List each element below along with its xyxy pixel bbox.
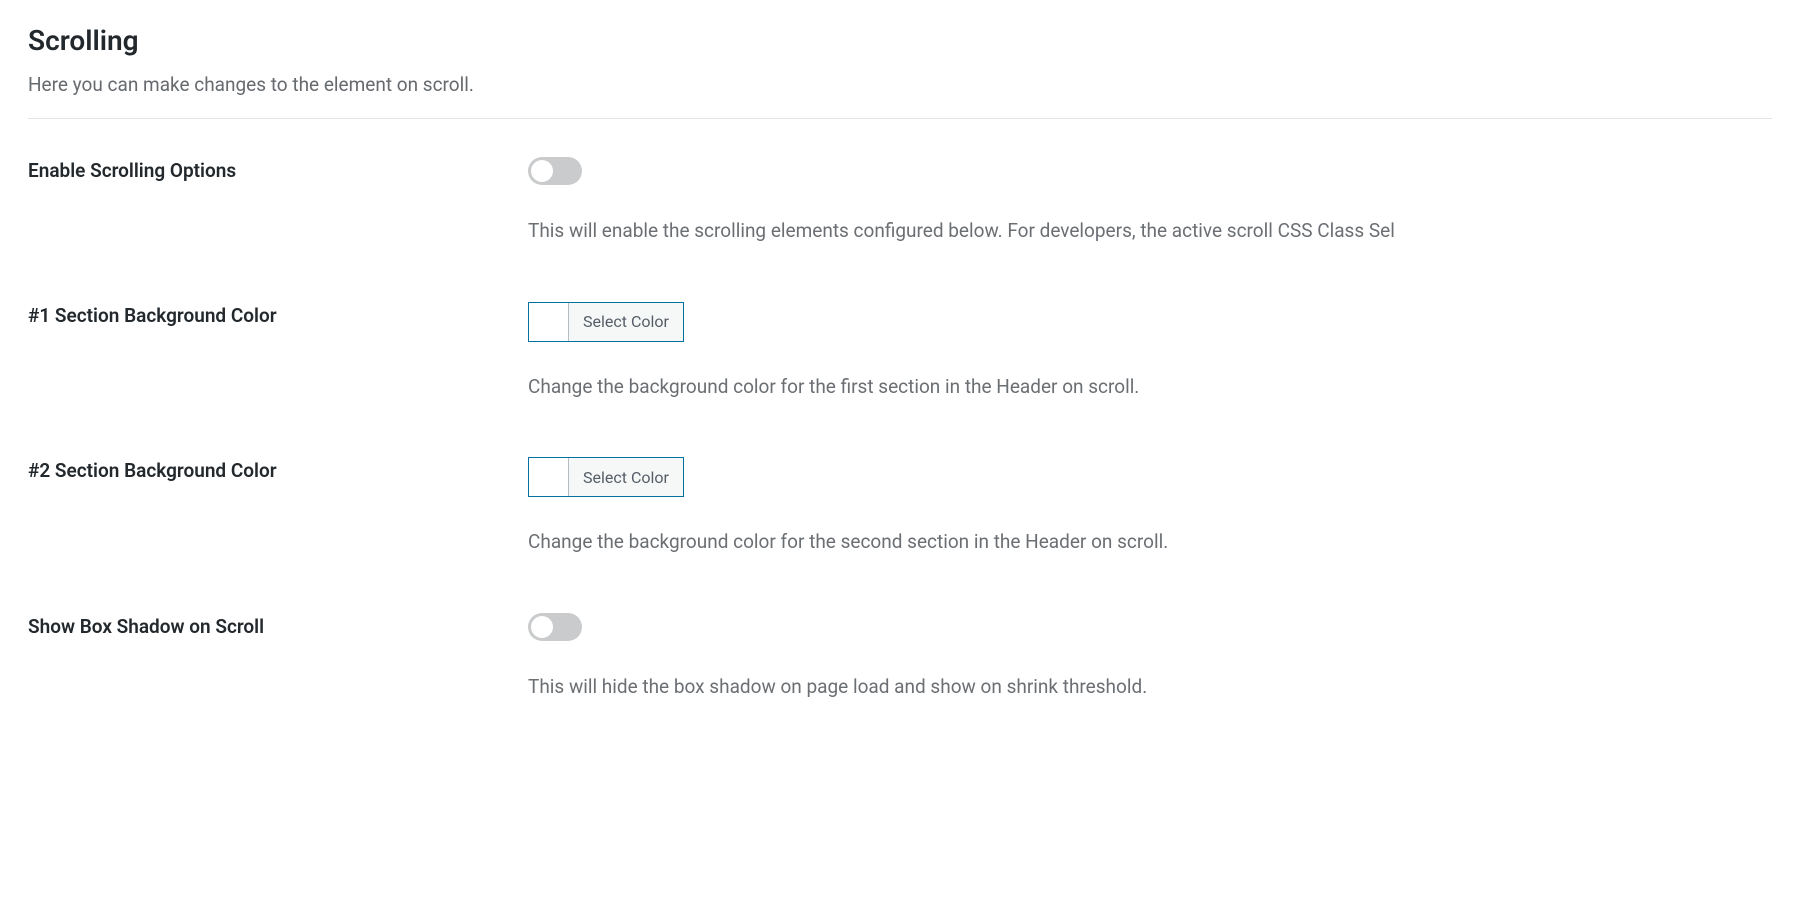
option-help: Change the background color for the seco… xyxy=(528,528,1772,557)
option-help: This will hide the box shadow on page lo… xyxy=(528,673,1772,702)
option-control: This will hide the box shadow on page lo… xyxy=(528,613,1772,702)
option-help: Change the background color for the firs… xyxy=(528,373,1772,402)
option-control: Select Color Change the background color… xyxy=(528,457,1772,557)
color-picker-label: Select Color xyxy=(569,303,683,341)
option-control: This will enable the scrolling elements … xyxy=(528,157,1772,246)
color-swatch-icon xyxy=(529,458,569,496)
color-swatch-icon xyxy=(529,303,569,341)
option-help: This will enable the scrolling elements … xyxy=(528,217,1772,246)
box-shadow-toggle[interactable] xyxy=(528,613,582,641)
option-label: #1 Section Background Color xyxy=(28,302,528,327)
option-row-section2-bg: #2 Section Background Color Select Color… xyxy=(28,457,1772,557)
section-description: Here you can make changes to the element… xyxy=(28,73,1772,96)
section1-bg-color-picker[interactable]: Select Color xyxy=(528,302,684,342)
section-divider xyxy=(28,118,1772,119)
option-control: Select Color Change the background color… xyxy=(528,302,1772,402)
option-row-section1-bg: #1 Section Background Color Select Color… xyxy=(28,302,1772,402)
option-label: #2 Section Background Color xyxy=(28,457,528,482)
option-label: Show Box Shadow on Scroll xyxy=(28,613,528,638)
color-picker-label: Select Color xyxy=(569,458,683,496)
section2-bg-color-picker[interactable]: Select Color xyxy=(528,457,684,497)
option-label: Enable Scrolling Options xyxy=(28,157,528,182)
enable-scrolling-toggle[interactable] xyxy=(528,157,582,185)
option-row-box-shadow: Show Box Shadow on Scroll This will hide… xyxy=(28,613,1772,702)
option-row-enable-scrolling: Enable Scrolling Options This will enabl… xyxy=(28,157,1772,246)
section-title: Scrolling xyxy=(28,24,1772,57)
